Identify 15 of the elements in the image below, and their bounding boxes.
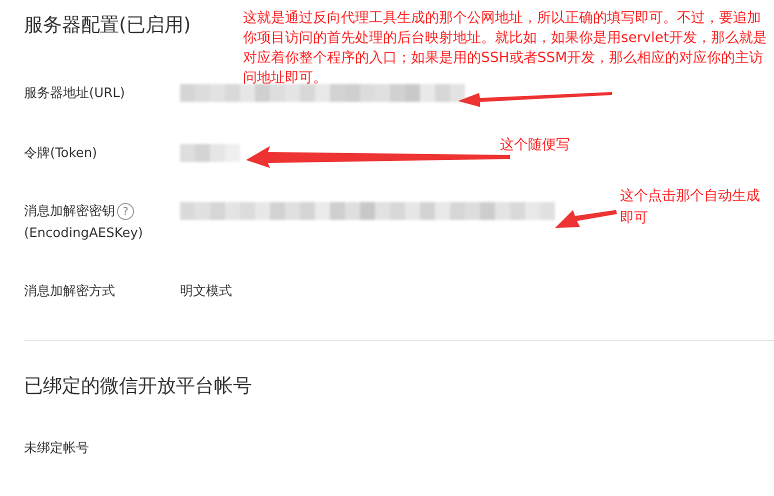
field-value: 明文模式 bbox=[180, 284, 232, 299]
arrow bbox=[555, 210, 617, 228]
field-label: 消息加解密方式 bbox=[24, 283, 115, 300]
help-icon[interactable]: ? bbox=[117, 202, 134, 220]
field-label: 消息加解密密钥 bbox=[24, 203, 115, 220]
annotation-text: 这个点击那个自动生成即可 bbox=[620, 187, 761, 228]
annotation-text: 这个随便写 bbox=[500, 136, 570, 155]
annotation-text: 这就是通过反向代理工具生成的那个公网地址，所以正确的填写即可。不过，要追加你项目访问的首先处理的后台映射地址。就比如，如果你是用servlet开发，那么就是对应着你整个程序的入口；如果是用的SSH或者SSM开发，那么相应的对应你的主访问地址即可。 bbox=[243, 9, 768, 88]
blurred-value bbox=[180, 144, 240, 162]
section-title: 已绑定的微信开放平台帐号 bbox=[24, 374, 252, 399]
field-label: 服务器地址(URL) bbox=[24, 85, 125, 102]
field-label: (EncodingAESKey) bbox=[24, 226, 144, 241]
account-status: 未绑定帐号 bbox=[24, 440, 90, 457]
section-title: 服务器配置(已启用) bbox=[24, 13, 191, 38]
field-label: 令牌(Token) bbox=[24, 145, 98, 162]
